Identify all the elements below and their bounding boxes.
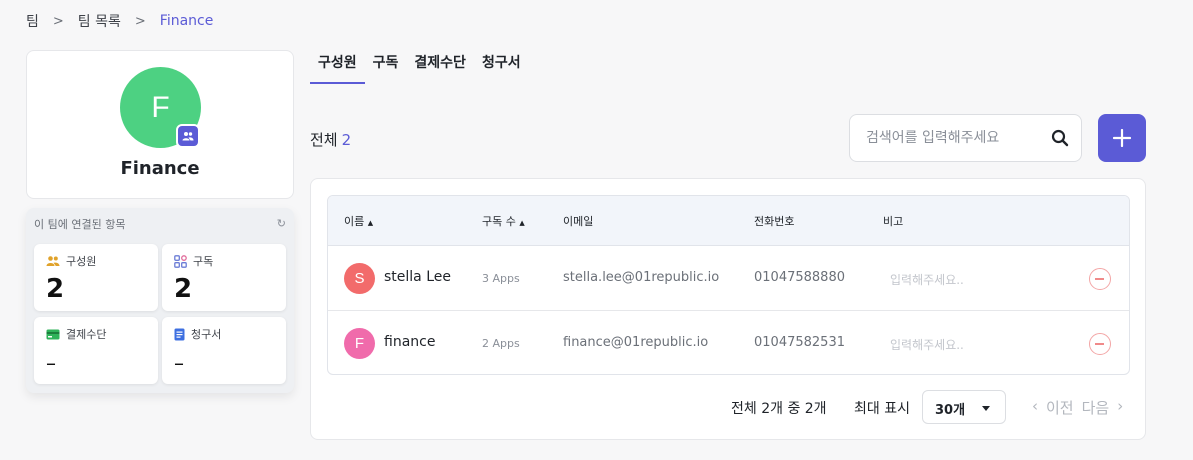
stat-members-value: 2 (46, 274, 65, 304)
linked-items-panel: 이 팀에 연결된 항목 ↻ 구성원 2 구독 2 결제수단 – 청구서 – (26, 208, 294, 393)
document-icon (174, 328, 185, 340)
members-table: 이름 ▲ 구독 수 ▲ 이메일 전화번호 비고 S stella Lee 3 A… (327, 195, 1130, 375)
header-note: 비고 (883, 215, 904, 228)
per-page-label: 최대 표시 (854, 401, 910, 417)
search-icon[interactable] (1051, 129, 1069, 147)
tab-payment-methods[interactable]: 결제수단 (406, 52, 474, 84)
table-row[interactable]: F finance 2 Apps finance@01republic.io 0… (328, 311, 1129, 374)
table-header: 이름 ▲ 구독 수 ▲ 이메일 전화번호 비고 (328, 196, 1129, 246)
members-panel: 이름 ▲ 구독 수 ▲ 이메일 전화번호 비고 S stella Lee 3 A… (310, 178, 1146, 440)
caret-down-icon (982, 406, 990, 411)
member-email: finance@01republic.io (563, 335, 709, 350)
stat-subscriptions-value: 2 (174, 274, 193, 304)
chevron-right-icon: › (1117, 397, 1124, 415)
member-note-input[interactable]: 입력해주세요.. (890, 336, 964, 353)
member-apps: 2 Apps (482, 337, 520, 350)
sort-up-icon: ▲ (367, 219, 374, 227)
header-email: 이메일 (563, 215, 594, 228)
stat-payment[interactable]: 결제수단 – (34, 317, 158, 384)
users-icon (46, 256, 60, 266)
breadcrumb-current: Finance (159, 13, 214, 29)
prev-button[interactable]: 이전 (1046, 397, 1074, 418)
tab-subscriptions[interactable]: 구독 (365, 52, 407, 84)
member-apps: 3 Apps (482, 272, 520, 285)
total-label: 전체 (310, 131, 338, 149)
remove-member-icon[interactable] (1089, 268, 1111, 290)
breadcrumb: 팀 > 팀 목록 > Finance (26, 11, 213, 31)
avatar: F (344, 328, 375, 359)
stat-subscriptions[interactable]: 구독 2 (162, 244, 286, 311)
total-value: 2 (341, 131, 352, 149)
pagination: ‹ 이전 다음 › (1032, 397, 1131, 418)
add-member-button[interactable] (1098, 114, 1146, 162)
breadcrumb-team-list[interactable]: 팀 목록 (78, 11, 121, 31)
chevron-right-icon: > (52, 13, 64, 29)
next-button[interactable]: 다음 (1082, 397, 1110, 418)
tab-invoices[interactable]: 청구서 (474, 52, 529, 84)
member-note-input[interactable]: 입력해주세요.. (890, 271, 964, 288)
credit-card-icon (46, 329, 60, 339)
avatar: S (344, 263, 375, 294)
member-email: stella.lee@01republic.io (563, 270, 720, 285)
header-subscriptions[interactable]: 구독 수 ▲ (482, 213, 525, 229)
total-count: 전체 2 (310, 129, 351, 150)
per-page-select[interactable]: 30개 (922, 390, 1006, 424)
stat-members[interactable]: 구성원 2 (34, 244, 158, 311)
member-name: stella Lee (384, 269, 451, 285)
chevron-right-icon: > (134, 13, 146, 29)
remove-member-icon[interactable] (1089, 333, 1111, 355)
tab-members[interactable]: 구성원 (310, 52, 365, 84)
search-input[interactable] (866, 127, 1046, 149)
header-phone: 전화번호 (754, 215, 795, 228)
chevron-left-icon: ‹ (1032, 397, 1038, 415)
header-name[interactable]: 이름 ▲ (344, 213, 373, 229)
team-icon (176, 124, 200, 148)
member-name: finance (384, 334, 436, 350)
stat-invoice-label: 청구서 (191, 328, 222, 341)
pagination-summary: 전체 2개 중 2개 (731, 401, 827, 417)
per-page-value: 30개 (935, 403, 966, 418)
sort-up-icon: ▲ (519, 219, 525, 227)
tab-bar: 구성원 구독 결제수단 청구서 (310, 52, 529, 84)
breadcrumb-team[interactable]: 팀 (26, 11, 39, 31)
stat-payment-value: – (46, 351, 56, 375)
stat-invoice-value: – (174, 351, 184, 375)
member-phone: 01047588880 (754, 270, 845, 285)
refresh-icon[interactable]: ↻ (277, 217, 286, 230)
team-name: Finance (120, 158, 200, 179)
search-box (849, 114, 1082, 162)
stat-invoice[interactable]: 청구서 – (162, 317, 286, 384)
apps-icon (174, 254, 187, 268)
team-profile-card: F Finance (26, 50, 294, 199)
linked-items-title: 이 팀에 연결된 항목 (34, 218, 126, 231)
table-row[interactable]: S stella Lee 3 Apps stella.lee@01republi… (328, 246, 1129, 311)
member-phone: 01047582531 (754, 335, 845, 350)
plus-icon (1113, 129, 1131, 147)
stat-payment-label: 결제수단 (66, 328, 107, 341)
stat-members-label: 구성원 (66, 255, 97, 268)
stat-subscriptions-label: 구독 (193, 255, 214, 268)
